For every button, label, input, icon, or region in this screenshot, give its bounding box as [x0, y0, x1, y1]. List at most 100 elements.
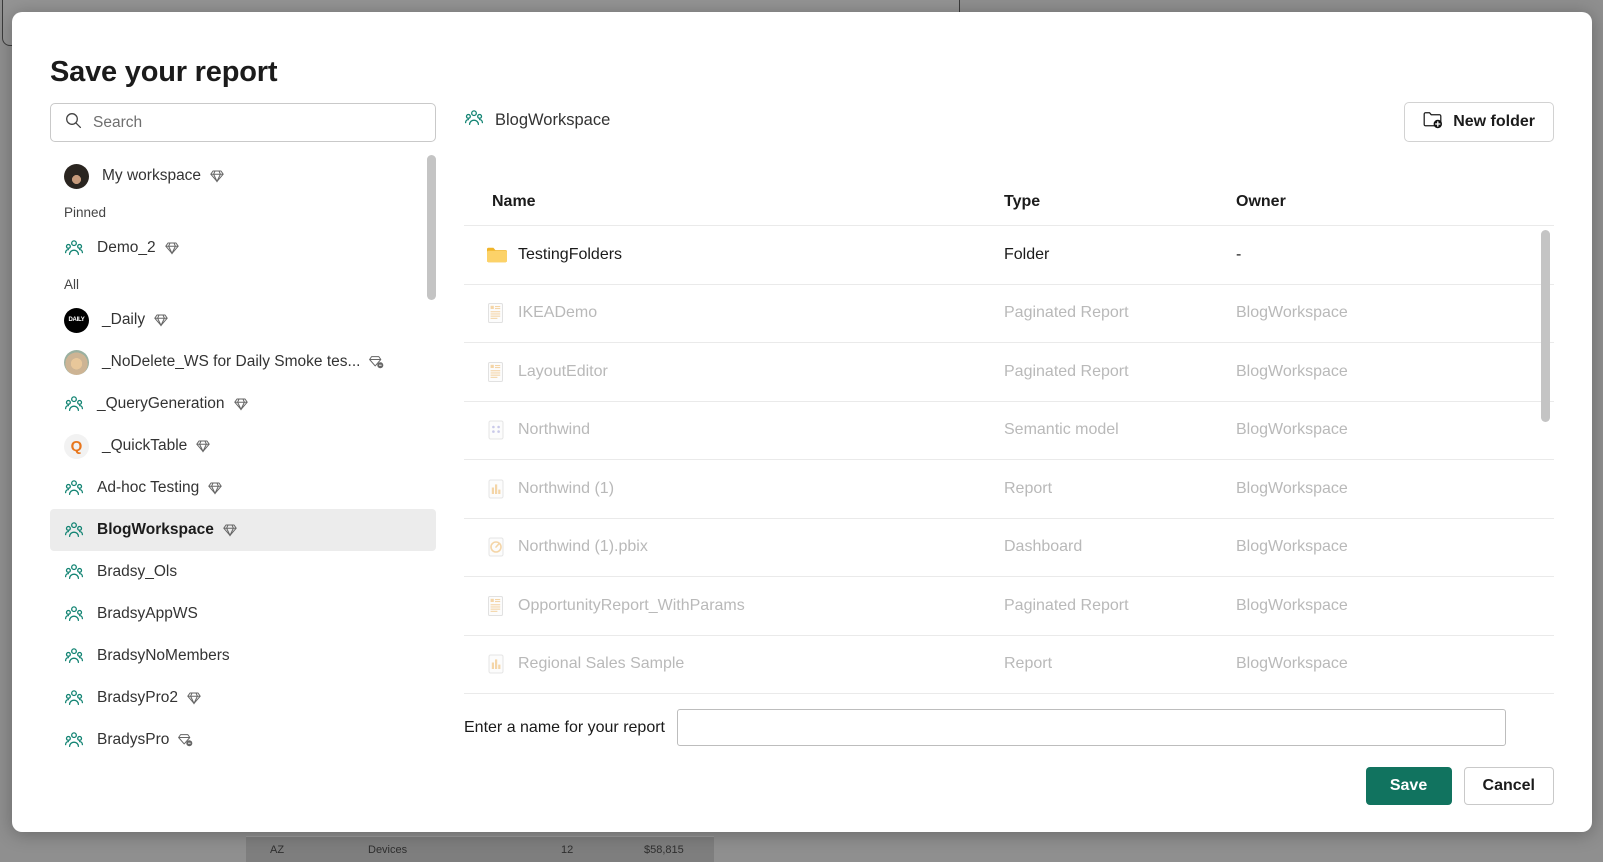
paginated-report-icon: [486, 361, 506, 383]
workspace-people-icon: [64, 688, 84, 708]
premium-diamond-icon: [164, 241, 179, 255]
sidebar-item-bradsypro2[interactable]: BradsyPro2: [50, 677, 436, 719]
row-cell-type: Report: [1004, 479, 1053, 497]
semantic-model-icon: [486, 419, 506, 441]
table-row: Northwind Semantic model BlogWorkspace: [464, 402, 1554, 460]
sidebar-group-heading: All: [64, 276, 80, 292]
column-header-owner: Owner: [1236, 193, 1286, 210]
premium-capacity-icon: [369, 355, 384, 369]
premium-diamond-icon: [223, 523, 237, 537]
new-folder-label: New folder: [1453, 113, 1535, 130]
report-icon: [486, 653, 506, 675]
row-cell-type: Semantic model: [1004, 421, 1119, 439]
row-cell-name: Northwind: [518, 421, 591, 439]
table-header: Name Type Owner: [464, 179, 1554, 225]
workspace-list-scrollbar-thumb[interactable]: [427, 155, 436, 300]
premium-capacity-icon: [178, 733, 193, 747]
search-box[interactable]: [50, 103, 436, 142]
cancel-button[interactable]: Cancel: [1463, 767, 1554, 805]
workspace-list-scrollbar[interactable]: [427, 155, 436, 803]
row-cell-name: Northwind (1).pbix: [518, 538, 648, 556]
row-cell-type: Paginated Report: [1004, 596, 1129, 614]
table-row: IKEADemo Paginated Report BlogWorkspace: [464, 285, 1554, 343]
row-cell-owner: BlogWorkspace: [1236, 596, 1348, 614]
new-folder-button[interactable]: New folder: [1404, 102, 1554, 142]
row-cell-name: LayoutEditor: [518, 362, 608, 380]
row-cell-name: OpportunityReport_WithParams: [518, 596, 745, 614]
workspace-people-icon: [64, 604, 84, 624]
save-report-dialog: Save your report My workspace Pinned Dem…: [12, 12, 1592, 832]
workspace-people-icon: [464, 108, 484, 133]
column-header-name: Name: [492, 193, 536, 210]
sidebar-item-demo-2[interactable]: Demo_2: [50, 227, 436, 269]
workspace-picker-pane: My workspace Pinned Demo_2 All _Daily _No…: [50, 103, 436, 803]
table-scrollbar[interactable]: [1541, 226, 1550, 694]
sidebar-item-label: _Daily: [102, 311, 146, 328]
row-cell-owner: BlogWorkspace: [1236, 479, 1348, 497]
row-cell-owner: BlogWorkspace: [1236, 538, 1348, 556]
paginated-report-icon: [486, 302, 506, 324]
table-row: Northwind (1).pbix Dashboard BlogWorkspace: [464, 519, 1554, 577]
dashboard-icon: [486, 536, 506, 558]
column-header-type: Type: [1004, 193, 1041, 210]
sidebar-item-querygeneration[interactable]: _QueryGeneration: [50, 383, 436, 425]
sidebar-item-quicktable[interactable]: _QuickTable: [50, 425, 436, 467]
workspace-people-icon: [64, 238, 84, 258]
sidebar-item-label: BradsyAppWS: [97, 605, 198, 622]
sidebar-item-ad-hoc-testing[interactable]: Ad-hoc Testing: [50, 467, 436, 509]
workspace-people-icon: [64, 394, 84, 414]
table-row: Northwind (1) Report BlogWorkspace: [464, 460, 1554, 519]
sidebar-item-label: _NoDelete_WS for Daily Smoke tes...: [102, 353, 361, 370]
workspace-list[interactable]: My workspace Pinned Demo_2 All _Daily _No…: [50, 155, 436, 803]
new-folder-icon: [1423, 110, 1443, 134]
breadcrumb: BlogWorkspace New folder: [464, 102, 1554, 142]
premium-diamond-icon: [154, 313, 168, 327]
table-row[interactable]: TestingFolders Folder -: [464, 226, 1554, 285]
row-cell-owner: BlogWorkspace: [1236, 421, 1348, 439]
avatar-daily-logo: [64, 307, 89, 333]
sidebar-item-nodelete-ws-for-daily-smoke-tes[interactable]: _NoDelete_WS for Daily Smoke tes...: [50, 341, 436, 383]
sidebar-item-label: BradsyNoMembers: [97, 647, 230, 664]
row-cell-name: Northwind (1): [518, 479, 615, 497]
sidebar-item-label: BradysPro: [97, 731, 170, 748]
save-button[interactable]: Save: [1365, 767, 1452, 805]
report-icon: [486, 478, 506, 500]
table-scrollbar-thumb[interactable]: [1541, 230, 1550, 422]
sidebar-item-label: BradsyPro2: [97, 689, 178, 706]
row-cell-owner: BlogWorkspace: [1236, 304, 1348, 322]
search-input[interactable]: [93, 113, 403, 132]
sidebar-item-bradsynomembers[interactable]: BradsyNoMembers: [50, 635, 436, 677]
sidebar-item-label: _QueryGeneration: [97, 395, 225, 412]
search-icon: [51, 112, 82, 134]
report-name-label: Enter a name for your report: [464, 718, 665, 736]
sidebar-item-label: Bradsy_Ols: [97, 563, 178, 580]
backdrop-cell-quantity: 12: [561, 843, 574, 856]
backdrop-data-row: AZ Devices 12 $58,815: [246, 836, 714, 862]
sidebar-item-label: My workspace: [102, 167, 202, 184]
row-cell-type: Paginated Report: [1004, 304, 1129, 322]
sidebar-item-my-workspace[interactable]: My workspace: [50, 155, 436, 197]
row-cell-type: Dashboard: [1004, 538, 1083, 556]
backdrop-cell-amount: $58,815: [644, 843, 684, 856]
folder-icon: [486, 245, 508, 265]
report-name-input[interactable]: [676, 709, 1506, 746]
row-cell-name: TestingFolders: [518, 245, 623, 263]
row-cell-owner: BlogWorkspace: [1236, 655, 1348, 673]
sidebar-item-bradsy-ols[interactable]: Bradsy_Ols: [50, 551, 436, 593]
table-row: Regional Sales Sample Report BlogWorkspace: [464, 636, 1554, 694]
row-cell-name: IKEADemo: [518, 304, 598, 322]
sidebar-item-bradsyappws[interactable]: BradsyAppWS: [50, 593, 436, 635]
sidebar-item-daily[interactable]: _Daily: [50, 299, 436, 341]
table-row: LayoutEditor Paginated Report BlogWorkspac…: [464, 343, 1554, 402]
sidebar-item-blogworkspace[interactable]: BlogWorkspace: [50, 509, 436, 551]
dialog-title: Save your report: [50, 56, 278, 88]
premium-diamond-icon: [208, 481, 222, 495]
report-name-row: Enter a name for your report: [464, 709, 1554, 746]
sidebar-item-bradyspro[interactable]: BradysPro: [50, 719, 436, 761]
sidebar-item-label: Ad-hoc Testing: [97, 479, 200, 496]
sidebar-item-label: _QuickTable: [102, 437, 188, 454]
backdrop-cell-category: Devices: [368, 843, 408, 856]
row-cell-type: Paginated Report: [1004, 362, 1129, 380]
content-pane: BlogWorkspace New folder Name Type Owner…: [464, 102, 1554, 694]
row-cell-owner: BlogWorkspace: [1236, 362, 1348, 380]
